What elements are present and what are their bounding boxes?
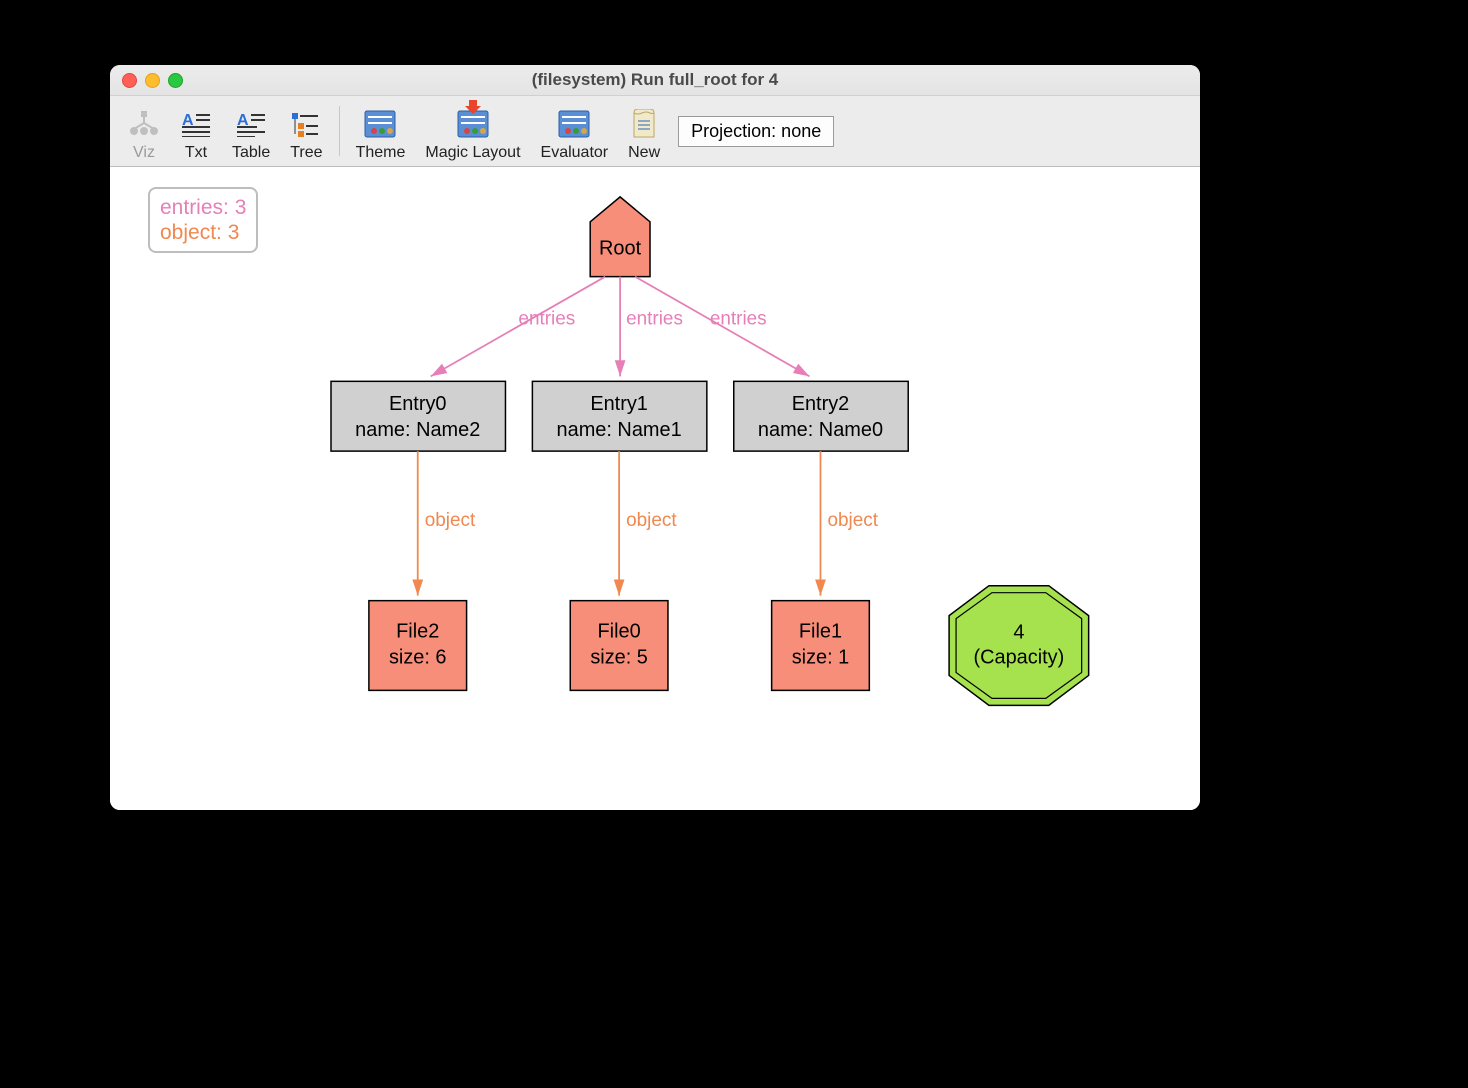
table-button[interactable]: A Table: [222, 100, 280, 162]
table-label: Table: [232, 144, 270, 162]
theme-label: Theme: [356, 144, 406, 162]
file2-size: size: 6: [389, 646, 447, 668]
evaluator-button[interactable]: Evaluator: [531, 100, 619, 162]
txt-icon: A: [180, 108, 212, 140]
entry2-name: name: Name0: [758, 419, 883, 441]
window-title: (filesystem) Run full_root for 4: [110, 70, 1200, 90]
viz-icon: [128, 108, 160, 140]
tree-icon: [290, 108, 322, 140]
magic-layout-icon: [457, 108, 489, 140]
edge-label-entries-2: entries: [710, 309, 767, 330]
edge-label-entries-1: entries: [626, 309, 683, 330]
new-label: New: [628, 144, 660, 162]
app-window: (filesystem) Run full_root for 4 Viz: [110, 65, 1200, 810]
entry0-name: name: Name2: [355, 419, 480, 441]
file2-node[interactable]: File2 size: 6: [369, 601, 467, 691]
visualization-canvas[interactable]: entries: 3 object: 3 Root entries: [110, 167, 1200, 810]
edge-label-object-1: object: [626, 510, 677, 531]
toolbar: Viz A Txt A: [110, 96, 1200, 167]
magic-layout-label: Magic Layout: [425, 144, 520, 162]
entry1-id: Entry1: [590, 393, 648, 415]
file0-node[interactable]: File0 size: 5: [570, 601, 668, 691]
txt-label: Txt: [185, 144, 207, 162]
close-icon[interactable]: [122, 73, 137, 88]
viz-label: Viz: [133, 144, 155, 162]
tree-button[interactable]: Tree: [280, 100, 332, 162]
new-icon: [628, 108, 660, 140]
txt-button[interactable]: A Txt: [170, 100, 222, 162]
entry2-node[interactable]: Entry2 name: Name0: [734, 381, 908, 451]
evaluator-icon: [558, 108, 590, 140]
capacity-node[interactable]: 4 (Capacity): [949, 586, 1089, 706]
entry1-name: name: Name1: [557, 419, 682, 441]
file1-id: File1: [799, 621, 842, 643]
new-button[interactable]: New: [618, 100, 670, 162]
evaluator-label: Evaluator: [541, 144, 609, 162]
tree-label: Tree: [290, 144, 322, 162]
entry1-node[interactable]: Entry1 name: Name1: [532, 381, 706, 451]
projection-label: Projection: none: [691, 121, 821, 141]
capacity-value: 4: [1013, 622, 1024, 644]
file0-id: File0: [598, 621, 641, 643]
magic-layout-button[interactable]: Magic Layout: [415, 100, 530, 162]
toolbar-separator: [339, 106, 340, 156]
table-icon: A: [235, 108, 267, 140]
file2-id: File2: [396, 621, 439, 643]
file0-size: size: 5: [590, 646, 648, 668]
entry2-id: Entry2: [792, 393, 850, 415]
graph-diagram: Root entries entries entries Entry0 name…: [110, 167, 1200, 810]
edge-label-entries-0: entries: [518, 309, 575, 330]
minimize-icon[interactable]: [145, 73, 160, 88]
edge-label-object-0: object: [425, 510, 476, 531]
edge-label-object-2: object: [827, 510, 878, 531]
capacity-label: (Capacity): [973, 646, 1064, 668]
root-node[interactable]: Root: [590, 197, 650, 277]
theme-icon: [364, 108, 396, 140]
zoom-icon[interactable]: [168, 73, 183, 88]
file1-size: size: 1: [792, 646, 850, 668]
entry0-node[interactable]: Entry0 name: Name2: [331, 381, 505, 451]
theme-button[interactable]: Theme: [346, 100, 416, 162]
viz-button[interactable]: Viz: [118, 100, 170, 162]
entry0-id: Entry0: [389, 393, 447, 415]
file1-node[interactable]: File1 size: 1: [772, 601, 870, 691]
projection-selector[interactable]: Projection: none: [678, 116, 834, 147]
window-controls: [122, 73, 183, 88]
root-label: Root: [599, 238, 642, 260]
titlebar: (filesystem) Run full_root for 4: [110, 65, 1200, 96]
